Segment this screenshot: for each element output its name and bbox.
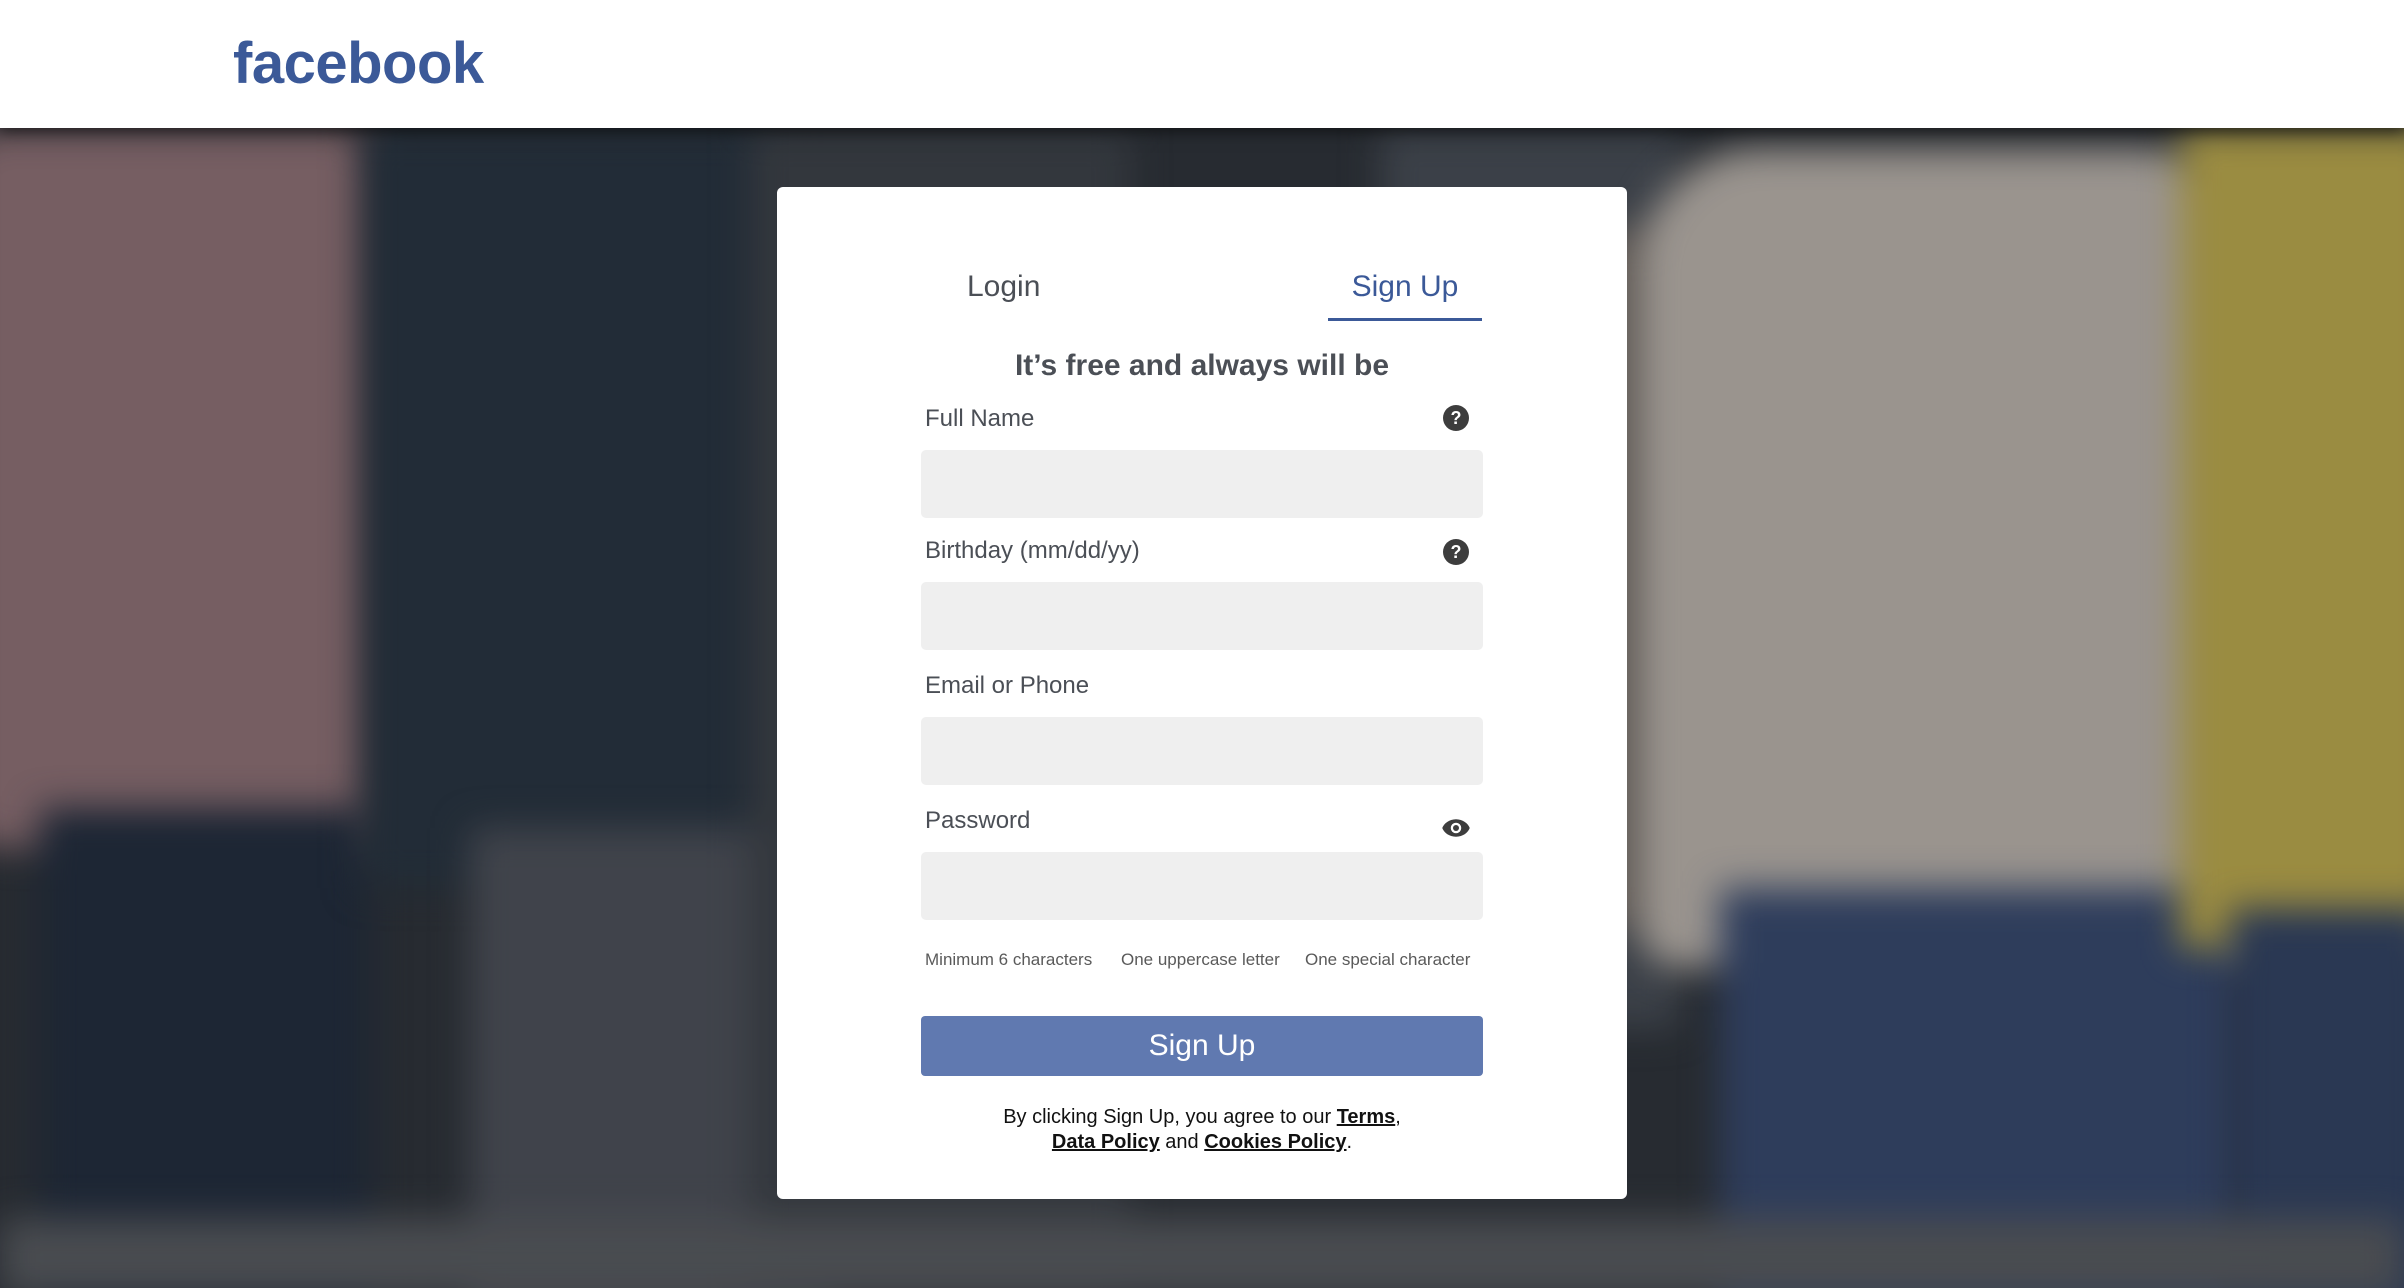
password-rule-special-char: One special character [1305, 950, 1471, 969]
signup-card: Login Sign Up It’s free and always will … [777, 187, 1627, 1199]
full-name-label: Full Name [925, 405, 1035, 432]
legal-text: By clicking Sign Up, you agree to our Te… [777, 1105, 1627, 1155]
email-phone-label: Email or Phone [925, 672, 1090, 699]
top-bar: facebook [0, 0, 2404, 128]
signup-button[interactable]: Sign Up [921, 1016, 1483, 1076]
legal-and: and [1159, 1131, 1205, 1153]
full-name-help-icon[interactable]: ? [1443, 405, 1469, 431]
password-label: Password [925, 807, 1031, 834]
password-input[interactable] [921, 852, 1483, 920]
facebook-logo[interactable]: facebook [233, 30, 484, 97]
terms-link[interactable]: Terms [1337, 1106, 1396, 1128]
password-rule-uppercase: One uppercase letter [1121, 950, 1280, 969]
tab-login[interactable]: Login [947, 267, 1060, 321]
legal-comma: , [1395, 1106, 1401, 1128]
birthday-help-icon[interactable]: ? [1443, 539, 1469, 565]
legal-prefix: By clicking Sign Up, you agree to our [1003, 1106, 1337, 1128]
email-phone-input[interactable] [921, 717, 1483, 785]
legal-period: . [1346, 1131, 1353, 1153]
tagline: It’s free and always will be [1014, 349, 1390, 382]
eye-icon[interactable] [1441, 817, 1471, 839]
full-name-input[interactable] [921, 450, 1483, 518]
cookies-policy-link[interactable]: Cookies Policy [1204, 1131, 1346, 1153]
birthday-input[interactable] [921, 582, 1483, 650]
auth-tabs: Login Sign Up [777, 187, 1627, 327]
tab-signup[interactable]: Sign Up [1328, 267, 1482, 321]
data-policy-link[interactable]: Data Policy [1052, 1131, 1160, 1153]
password-rule-min-length: Minimum 6 characters [925, 950, 1093, 969]
birthday-label: Birthday (mm/dd/yy) [925, 537, 1140, 564]
